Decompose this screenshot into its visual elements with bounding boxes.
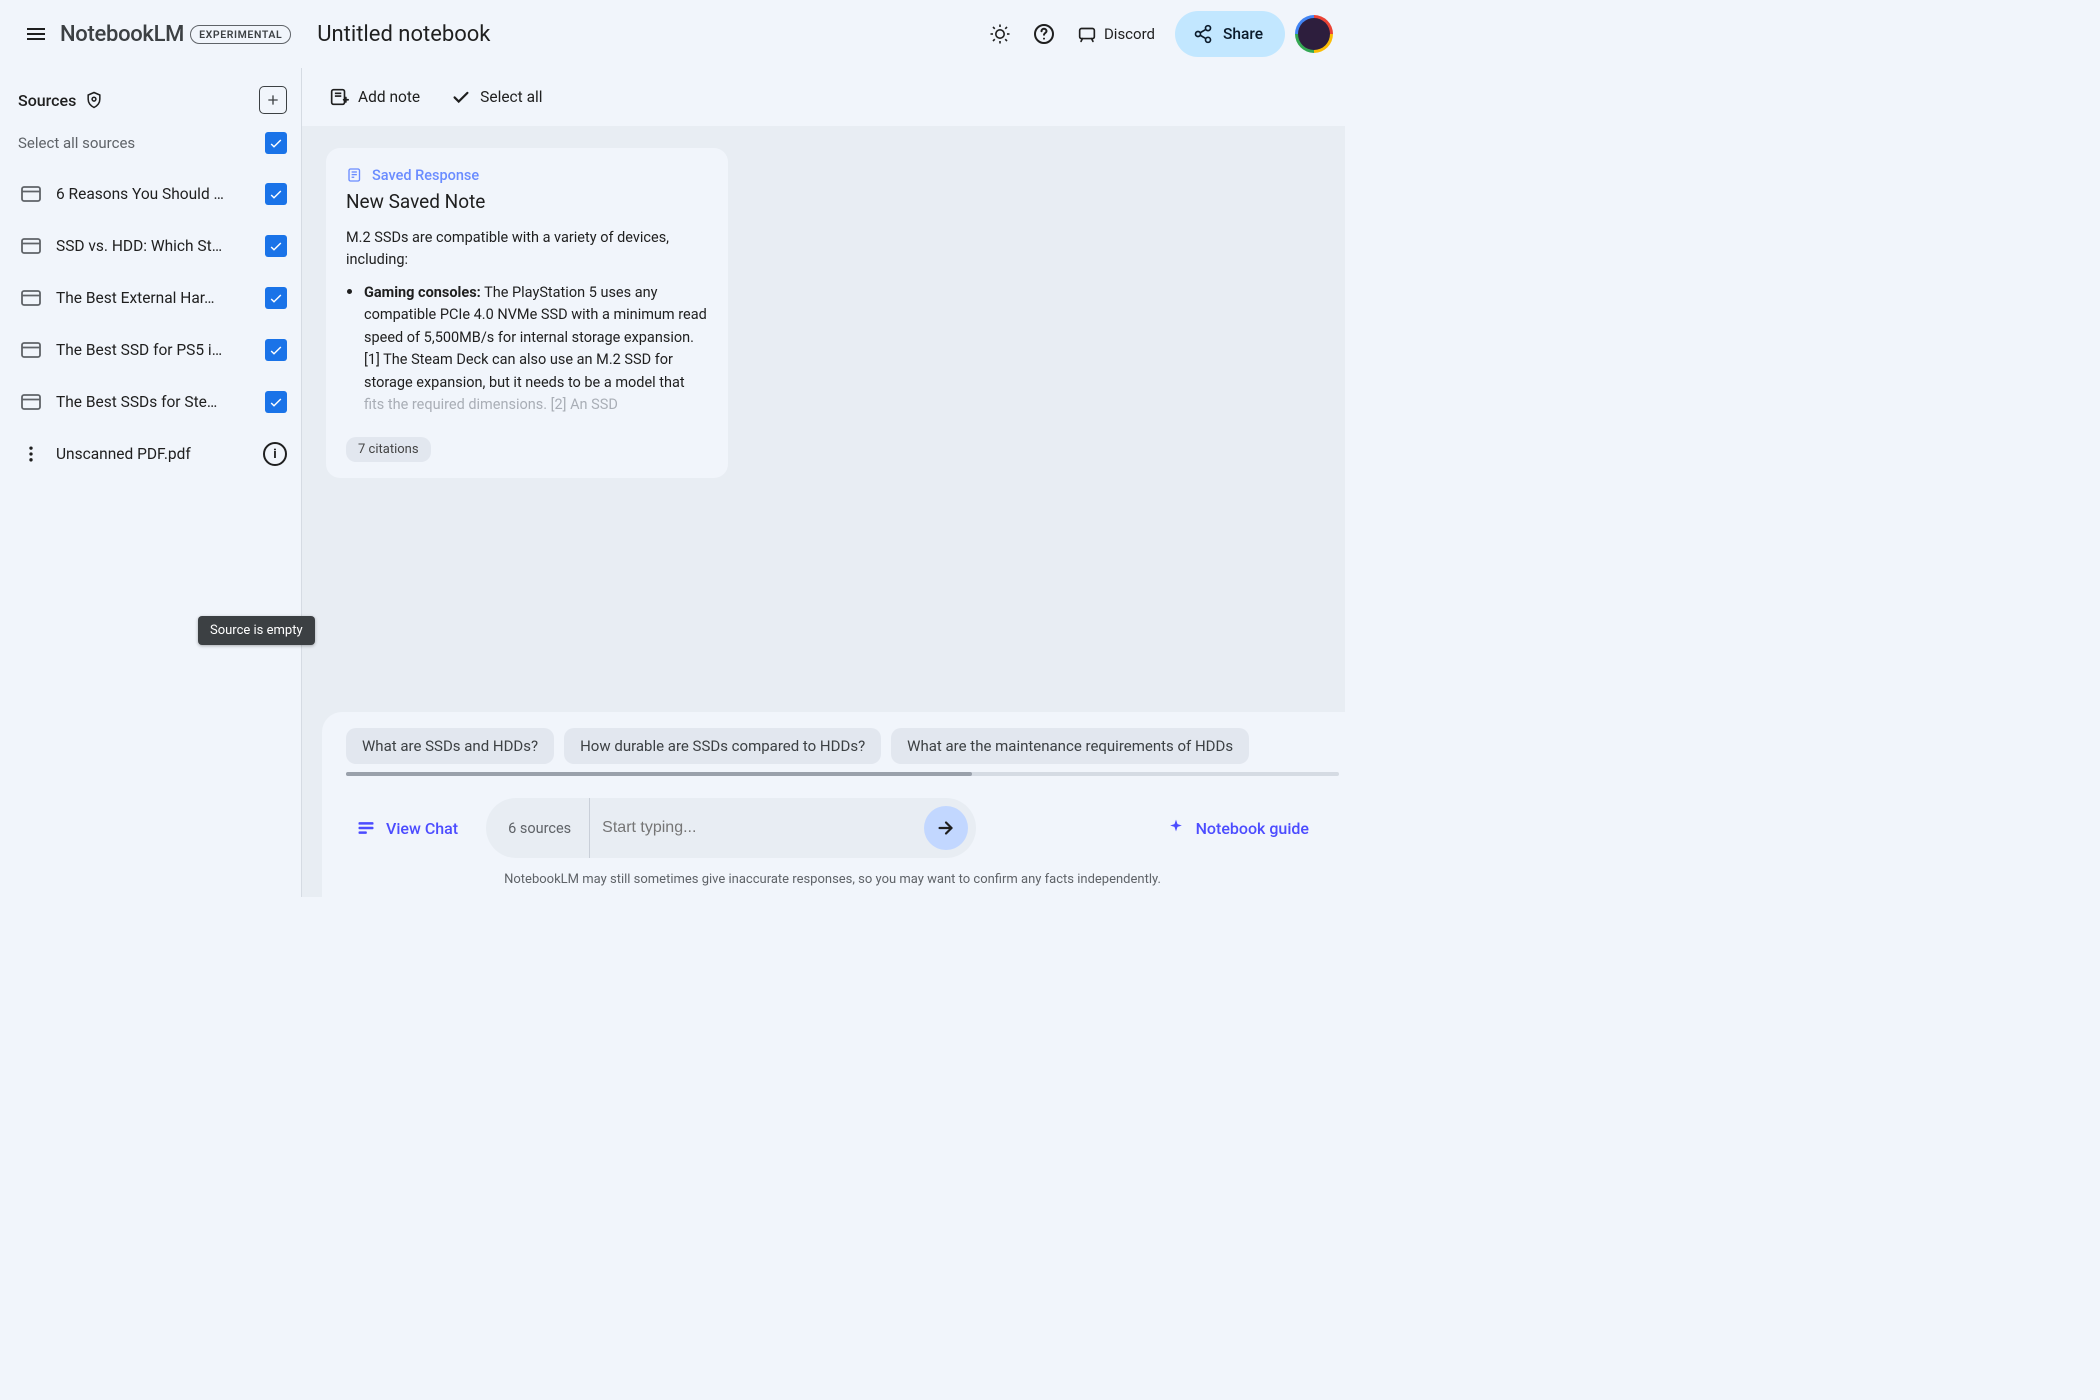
- avatar[interactable]: [1295, 15, 1333, 53]
- view-chat-label: View Chat: [386, 819, 458, 838]
- note-add-icon: [328, 86, 350, 108]
- discord-label: Discord: [1104, 25, 1155, 43]
- add-note-button[interactable]: Add note: [328, 86, 420, 108]
- source-name: The Best External Har…: [56, 289, 253, 307]
- discord-icon: [1076, 23, 1098, 45]
- check-icon: [268, 394, 284, 410]
- source-more-button[interactable]: [18, 444, 44, 464]
- webpage-icon: [18, 337, 44, 363]
- source-name: The Best SSD for PS5 i…: [56, 341, 253, 359]
- check-icon: [450, 86, 472, 108]
- top-bar: NotebookLM EXPERIMENTAL Untitled noteboo…: [0, 0, 1345, 68]
- chat-icon: [356, 818, 376, 838]
- note-bullet-fade: fits the required dimensions. [2] An SSD: [364, 396, 618, 413]
- help-button[interactable]: [1024, 14, 1064, 54]
- webpage-icon: [18, 233, 44, 259]
- select-all-notes-label: Select all: [480, 88, 542, 106]
- check-icon: [268, 186, 284, 202]
- select-all-sources[interactable]: Select all sources: [18, 132, 287, 154]
- source-checkbox[interactable]: [265, 391, 287, 413]
- send-button[interactable]: [924, 806, 968, 850]
- sun-icon: [988, 22, 1012, 46]
- note-card[interactable]: Saved Response New Saved Note M.2 SSDs a…: [326, 148, 728, 478]
- source-name: 6 Reasons You Should …: [56, 185, 253, 203]
- sidebar: Sources Select all sources 6 Reasons You…: [0, 68, 302, 897]
- theme-toggle-button[interactable]: [980, 14, 1020, 54]
- notebook-guide-button[interactable]: Notebook guide: [1156, 818, 1319, 838]
- webpage-icon: [18, 389, 44, 415]
- arrow-right-icon: [935, 817, 957, 839]
- check-icon: [268, 290, 284, 306]
- brand: NotebookLM EXPERIMENTAL: [60, 22, 291, 47]
- suggestion-row: What are SSDs and HDDs? How durable are …: [346, 728, 1345, 764]
- select-all-label: Select all sources: [18, 134, 135, 152]
- webpage-icon: [18, 285, 44, 311]
- chat-input-container: 6 sources: [486, 798, 976, 858]
- chat-input-row: View Chat 6 sources Notebook guide: [346, 798, 1345, 858]
- source-item-pdf[interactable]: Unscanned PDF.pdf i: [18, 428, 287, 480]
- shield-icon: [84, 90, 104, 110]
- source-name: Unscanned PDF.pdf: [56, 445, 251, 463]
- source-checkbox[interactable]: [265, 339, 287, 361]
- source-empty-tooltip: Source is empty: [198, 616, 315, 645]
- source-item-4[interactable]: The Best SSDs for Ste…: [18, 376, 287, 428]
- select-all-button[interactable]: Select all: [450, 86, 542, 108]
- view-chat-button[interactable]: View Chat: [346, 818, 468, 838]
- suggestion-chip[interactable]: What are the maintenance requirements of…: [891, 728, 1249, 764]
- source-count: 6 sources: [508, 798, 590, 858]
- source-name: The Best SSDs for Ste…: [56, 393, 253, 411]
- source-name: SSD vs. HDD: Which St…: [56, 237, 253, 255]
- chat-input[interactable]: [590, 819, 924, 837]
- note-bullet: Gaming consoles: The PlayStation 5 uses …: [364, 280, 708, 417]
- source-item-0[interactable]: 6 Reasons You Should …: [18, 168, 287, 220]
- help-icon: [1032, 22, 1056, 46]
- info-icon[interactable]: i: [263, 442, 287, 466]
- add-note-label: Add note: [358, 88, 420, 106]
- suggestion-chip[interactable]: How durable are SSDs compared to HDDs?: [564, 728, 881, 764]
- main-area: Add note Select all Saved Response New S…: [302, 68, 1345, 897]
- note-intro: M.2 SSDs are compatible with a variety o…: [346, 229, 669, 268]
- note-bullet-bold: Gaming consoles:: [364, 284, 481, 301]
- saved-response-chip: Saved Response: [346, 166, 708, 184]
- main-toolbar: Add note Select all: [302, 68, 1345, 126]
- source-item-3[interactable]: The Best SSD for PS5 i…: [18, 324, 287, 376]
- check-icon: [268, 342, 284, 358]
- disclaimer: NotebookLM may still sometimes give inac…: [346, 872, 1345, 887]
- notebook-title[interactable]: Untitled notebook: [317, 22, 490, 47]
- add-source-button[interactable]: [259, 86, 287, 114]
- note-body: M.2 SSDs are compatible with a variety o…: [346, 227, 708, 417]
- share-label: Share: [1223, 25, 1263, 43]
- menu-button[interactable]: [16, 14, 56, 54]
- source-checkbox[interactable]: [265, 183, 287, 205]
- select-all-checkbox[interactable]: [265, 132, 287, 154]
- discord-button[interactable]: Discord: [1066, 14, 1165, 54]
- source-checkbox[interactable]: [265, 235, 287, 257]
- suggestion-scrollbar[interactable]: [346, 772, 1339, 776]
- brand-name: NotebookLM: [60, 22, 184, 47]
- chat-dock: What are SSDs and HDDs? How durable are …: [322, 700, 1345, 897]
- plus-icon: [265, 92, 281, 108]
- source-checkbox[interactable]: [265, 287, 287, 309]
- check-icon: [268, 238, 284, 254]
- source-item-2[interactable]: The Best External Har…: [18, 272, 287, 324]
- sources-label: Sources: [18, 91, 76, 110]
- share-icon: [1193, 24, 1213, 44]
- citations-pill[interactable]: 7 citations: [346, 437, 431, 462]
- hamburger-icon: [24, 22, 48, 46]
- share-button[interactable]: Share: [1175, 11, 1285, 57]
- saved-response-icon: [346, 166, 364, 184]
- more-vert-icon: [21, 444, 41, 464]
- note-title: New Saved Note: [346, 190, 708, 213]
- suggestion-chip[interactable]: What are SSDs and HDDs?: [346, 728, 554, 764]
- sources-header: Sources: [18, 86, 287, 114]
- check-icon: [268, 135, 284, 151]
- source-item-1[interactable]: SSD vs. HDD: Which St…: [18, 220, 287, 272]
- experimental-badge: EXPERIMENTAL: [190, 25, 291, 44]
- saved-response-label: Saved Response: [372, 167, 479, 184]
- notebook-guide-label: Notebook guide: [1196, 819, 1309, 838]
- sparkle-icon: [1166, 818, 1186, 838]
- webpage-icon: [18, 181, 44, 207]
